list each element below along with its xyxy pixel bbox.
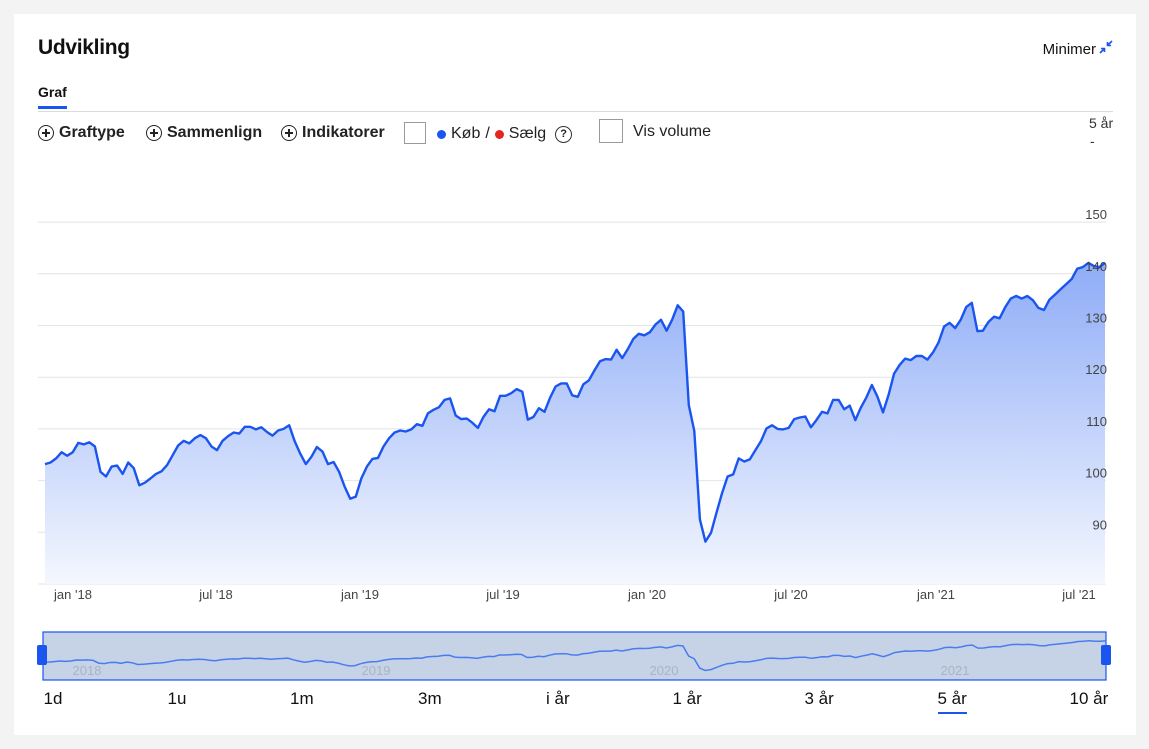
range-button-3m[interactable]: 3m [418,689,442,709]
navigator-year-label: 2020 [650,663,679,678]
range-button-3-år[interactable]: 3 år [805,689,834,709]
x-tick-label: jan '19 [340,587,379,602]
y-tick-label: 110 [1086,414,1107,429]
navigator-left-handle[interactable] [37,645,47,665]
x-tick-label: jul '18 [198,587,233,602]
range-button-1u[interactable]: 1u [168,689,187,709]
x-tick-label: jan '20 [627,587,666,602]
y-tick-label: 90 [1093,517,1107,532]
x-tick-label: jan '21 [916,587,955,602]
y-tick-label: 120 [1085,362,1107,377]
navigator-year-label: 2021 [941,663,970,678]
x-tick-label: jul '21 [1061,587,1096,602]
price-area [45,262,1105,584]
range-button-5-år[interactable]: 5 år [937,689,967,714]
y-tick-label: 100 [1085,466,1107,481]
range-button-1d[interactable]: 1d [44,689,63,709]
price-chart: 90 100 110 120 130 140 150 jan '18 jul '18 jan '1… [37,207,1111,681]
navigator-year-label: 2019 [362,663,391,678]
x-tick-label: jul '20 [773,587,808,602]
range-button-10-år[interactable]: 10 år [1070,689,1109,709]
navigator-right-handle[interactable] [1101,645,1111,665]
y-tick-label: 140 [1085,259,1107,274]
y-tick-label: 150 [1085,207,1107,222]
navigator-year-label: 2018 [73,663,102,678]
range-button-1m[interactable]: 1m [290,689,314,709]
range-button-i-år[interactable]: i år [546,689,570,709]
x-tick-label: jul '19 [485,587,520,602]
y-tick-label: 130 [1085,311,1107,326]
range-button-1-år[interactable]: 1 år [673,689,702,709]
x-tick-label: jan '18 [53,587,92,602]
